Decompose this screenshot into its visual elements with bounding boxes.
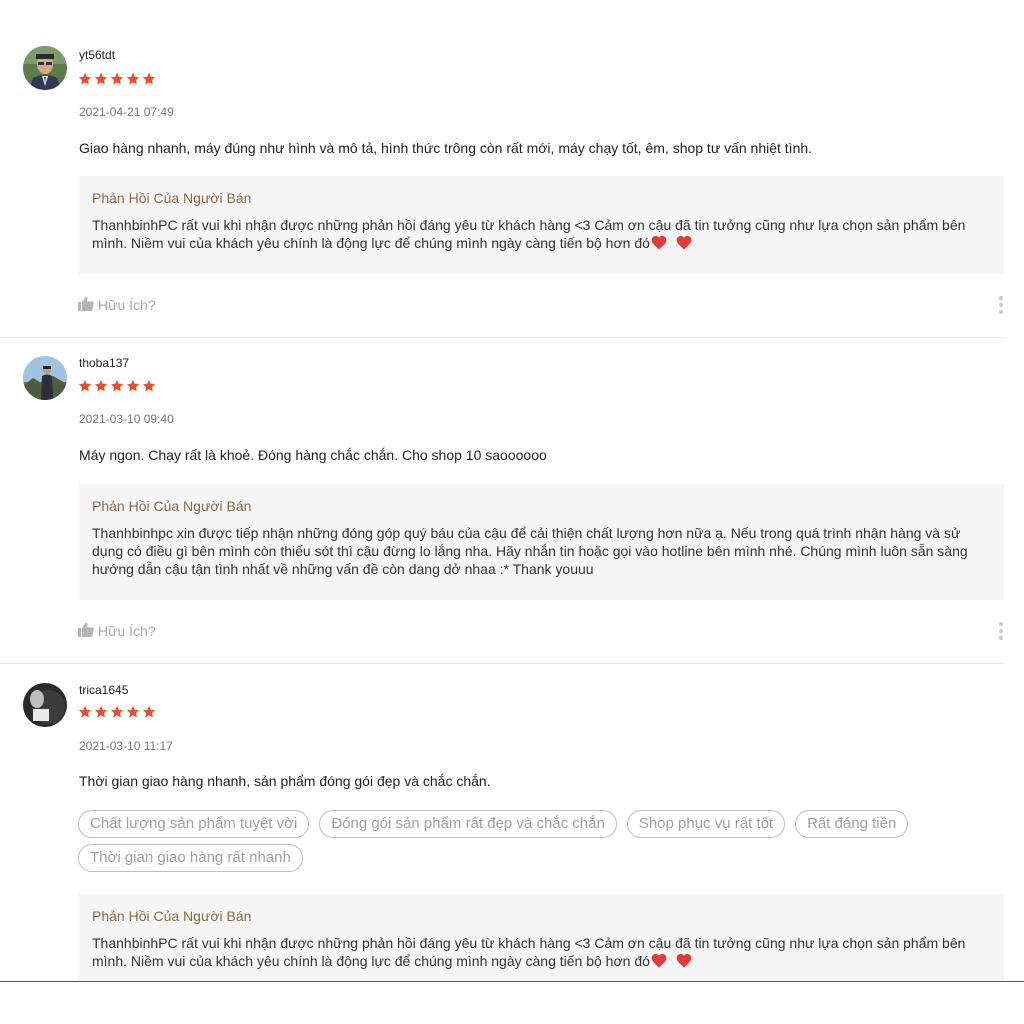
star-icon xyxy=(94,705,108,719)
star-icon xyxy=(94,72,108,86)
star-icon xyxy=(78,705,92,719)
review-tag[interactable]: Chất lượng sản phẩm tuyệt vời xyxy=(78,810,310,838)
star-icon xyxy=(126,705,140,719)
review-tag[interactable]: Rất đáng tiền xyxy=(795,810,909,838)
review-username[interactable]: trica1645 xyxy=(79,683,128,697)
star-rating xyxy=(78,705,156,719)
heart-icon xyxy=(651,236,667,254)
star-icon xyxy=(126,379,140,393)
seller-reply-title: Phản Hồi Của Người Bán xyxy=(92,908,252,924)
review-date: 2021-04-21 07:49 xyxy=(79,105,174,119)
review-tag[interactable]: Shop phục vụ rất tốt xyxy=(626,810,786,838)
heart-icon xyxy=(676,954,692,972)
seller-reply-title: Phản Hồi Của Người Bán xyxy=(92,498,252,514)
avatar[interactable] xyxy=(23,683,67,727)
seller-reply-text: ThanhbinhPC rất vui khi nhận được những … xyxy=(92,934,990,972)
helpful-button[interactable]: Hữu Ích? xyxy=(78,296,156,314)
review-date: 2021-03-10 09:40 xyxy=(79,412,174,426)
star-icon xyxy=(142,705,156,719)
more-options-icon[interactable] xyxy=(998,622,1004,640)
helpful-label: Hữu Ích? xyxy=(98,623,156,639)
review-username[interactable]: thoba137 xyxy=(79,356,129,370)
star-icon xyxy=(78,72,92,86)
heart-icon xyxy=(651,954,667,972)
seller-reply-text: ThanhbinhPC rất vui khi nhận được những … xyxy=(92,216,990,254)
heart-icon xyxy=(676,236,692,254)
avatar[interactable] xyxy=(23,46,67,90)
star-icon xyxy=(126,72,140,86)
star-icon xyxy=(142,379,156,393)
avatar[interactable] xyxy=(23,356,67,400)
review-divider xyxy=(0,663,1004,664)
more-options-icon[interactable] xyxy=(998,296,1004,314)
review-username[interactable]: yt56tdt xyxy=(79,48,115,62)
review-comment: Thời gian giao hàng nhanh, sản phẩm đóng… xyxy=(79,773,491,789)
star-icon xyxy=(110,705,124,719)
star-icon xyxy=(78,379,92,393)
thumbs-up-icon xyxy=(78,296,94,314)
star-rating xyxy=(78,379,156,393)
helpful-label: Hữu Ích? xyxy=(98,297,156,313)
bottom-divider xyxy=(0,981,1024,982)
star-icon xyxy=(94,379,108,393)
review-comment: Giao hàng nhanh, máy đúng như hình và mô… xyxy=(79,140,813,156)
star-icon xyxy=(110,379,124,393)
review-date: 2021-03-10 11:17 xyxy=(79,739,173,753)
seller-reply: Phản Hồi Của Người Bán ThanhbinhPC rất v… xyxy=(79,894,1004,981)
thumbs-up-icon xyxy=(78,622,94,640)
helpful-button[interactable]: Hữu Ích? xyxy=(78,622,156,640)
review-tag[interactable]: Đóng gói sản phẩm rất đẹp và chắc chắn xyxy=(319,810,617,838)
review-tag[interactable]: Thời gian giao hàng rất nhanh xyxy=(78,844,303,872)
review-comment: Máy ngon. Chạy rất là khoẻ. Đóng hàng ch… xyxy=(79,447,547,463)
seller-reply-text: Thanhbinhpc xin được tiếp nhận những đón… xyxy=(92,525,968,577)
review-divider xyxy=(0,337,1004,338)
star-icon xyxy=(110,72,124,86)
seller-reply: Phản Hồi Của Người Bán ThanhbinhPC rất v… xyxy=(79,176,1004,274)
star-icon xyxy=(142,72,156,86)
star-rating xyxy=(78,72,156,86)
seller-reply: Phản Hồi Của Người Bán Thanhbinhpc xin đ… xyxy=(79,484,1004,600)
seller-reply-title: Phản Hồi Của Người Bán xyxy=(92,190,252,206)
review-tags: Chất lượng sản phẩm tuyệt vời Đóng gói s… xyxy=(78,810,958,872)
